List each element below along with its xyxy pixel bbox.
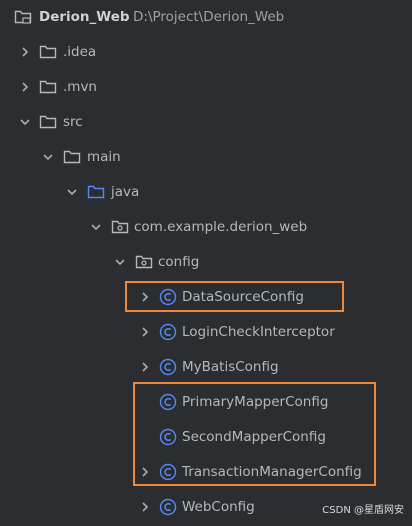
tree-row-class[interactable]: LoginCheckInterceptor	[0, 315, 412, 350]
package-label-config: config	[158, 254, 200, 270]
class-label: MyBatisConfig	[182, 359, 279, 375]
tree-row-config[interactable]: config	[0, 245, 412, 280]
chevron-down-icon[interactable]	[40, 149, 56, 165]
chevron-down-icon[interactable]	[17, 114, 33, 130]
tree-row-idea[interactable]: .idea	[0, 35, 412, 70]
folder-icon	[39, 113, 57, 131]
chevron-right-icon[interactable]	[137, 289, 153, 305]
chevron-right-icon[interactable]	[137, 359, 153, 375]
class-icon	[159, 288, 177, 306]
class-icon	[159, 393, 177, 411]
chevron-right-icon[interactable]	[137, 324, 153, 340]
chevron-down-icon[interactable]	[64, 184, 80, 200]
tree-row-main[interactable]: main	[0, 140, 412, 175]
project-tree: Derion_Web D:\Project\Derion_Web .idea .…	[0, 0, 412, 526]
class-icon	[159, 428, 177, 446]
chevron-right-icon[interactable]	[17, 79, 33, 95]
folder-label-main: main	[87, 149, 121, 165]
class-icon	[159, 498, 177, 516]
tree-row-java[interactable]: java	[0, 175, 412, 210]
tree-row-class[interactable]: TransactionManagerConfig	[0, 455, 412, 490]
folder-icon	[39, 78, 57, 96]
class-label: PrimaryMapperConfig	[182, 394, 329, 410]
folder-label-src: src	[63, 114, 83, 130]
project-name: Derion_Web	[39, 9, 130, 25]
class-label: WebConfig	[182, 499, 255, 515]
class-label: LoginCheckInterceptor	[182, 324, 335, 340]
tree-row-package[interactable]: com.example.derion_web	[0, 210, 412, 245]
class-label: DataSourceConfig	[182, 289, 304, 305]
watermark: CSDN @星盾网安	[322, 505, 404, 516]
chevron-down-icon[interactable]	[88, 219, 104, 235]
folder-label-java: java	[111, 184, 140, 200]
folder-label-mvn: .mvn	[63, 79, 97, 95]
chevron-right-icon[interactable]	[137, 499, 153, 515]
source-folder-icon	[87, 183, 105, 201]
class-icon	[159, 323, 177, 341]
project-path: D:\Project\Derion_Web	[133, 9, 285, 25]
class-icon	[159, 463, 177, 481]
chevron-right-icon[interactable]	[17, 44, 33, 60]
tree-row-src[interactable]: src	[0, 105, 412, 140]
package-label: com.example.derion_web	[134, 219, 308, 235]
tree-row-class[interactable]: MyBatisConfig	[0, 350, 412, 385]
class-icon	[159, 358, 177, 376]
folder-icon	[14, 8, 32, 26]
package-icon	[135, 253, 153, 271]
class-label: TransactionManagerConfig	[182, 464, 362, 480]
folder-icon	[63, 148, 81, 166]
tree-row-class[interactable]: DataSourceConfig	[0, 280, 412, 315]
chevron-right-icon[interactable]	[137, 464, 153, 480]
package-icon	[111, 218, 129, 236]
tree-row-mvn[interactable]: .mvn	[0, 70, 412, 105]
tree-row-class[interactable]: SecondMapperConfig	[0, 420, 412, 455]
class-label: SecondMapperConfig	[182, 429, 326, 445]
folder-label-idea: .idea	[63, 44, 97, 60]
chevron-down-icon[interactable]	[112, 254, 128, 270]
tree-row-project-root[interactable]: Derion_Web D:\Project\Derion_Web	[0, 0, 412, 35]
tree-row-class[interactable]: PrimaryMapperConfig	[0, 385, 412, 420]
folder-icon	[39, 43, 57, 61]
